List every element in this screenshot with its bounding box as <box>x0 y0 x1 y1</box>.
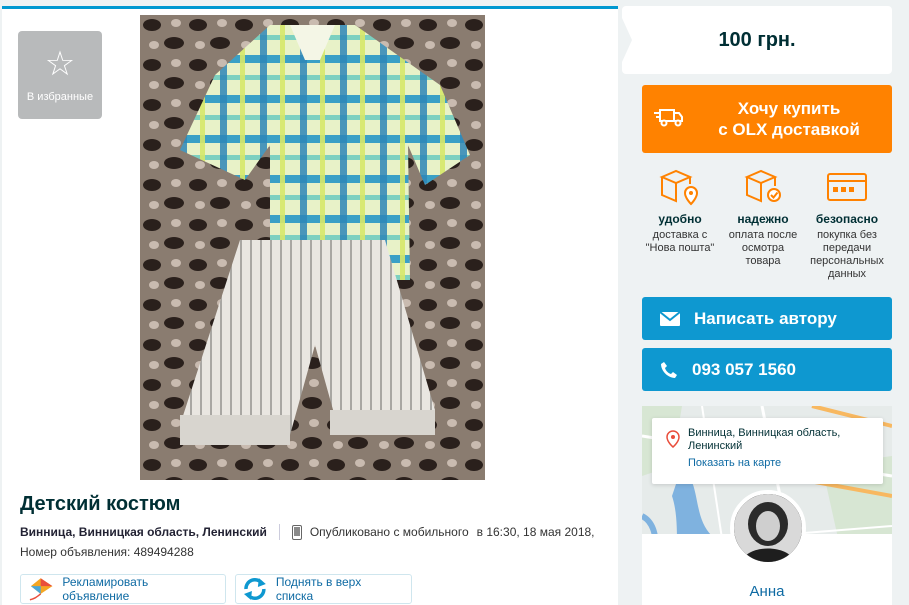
refresh-icon <box>243 577 266 601</box>
price-box: 100 грн. <box>622 6 892 74</box>
feature-reliable: надежно оплата после осмотра товара <box>723 168 803 268</box>
favorites-label: В избранные <box>26 91 94 103</box>
box-check-icon <box>744 169 781 203</box>
bump-label: Поднять в верх списка <box>275 575 362 603</box>
map-location-text: Винница, Винницкая область, Ленинский <box>688 427 841 452</box>
seller-name[interactable]: Анна <box>642 583 892 600</box>
kite-icon <box>29 578 53 601</box>
buy-label-line2: с OLX доставкой <box>718 120 860 139</box>
published-via: Опубликовано с мобильного <box>309 525 469 539</box>
listing-location: Винница, Винницкая область, Ленинский <box>20 525 267 539</box>
photo-image <box>140 15 485 480</box>
mobile-icon <box>291 524 302 540</box>
feature-desc: оплата после осмотра товара <box>728 229 798 267</box>
published-time: в 16:30, 18 мая 2018, <box>476 525 595 539</box>
avatar[interactable] <box>730 490 806 566</box>
truck-icon <box>654 109 683 127</box>
feature-title: удобно <box>658 212 702 226</box>
feature-desc: покупка без передачи персональных данных <box>810 229 884 280</box>
show-on-map-link[interactable]: Показать на карте <box>688 457 875 470</box>
favorites-button[interactable]: ☆ В избранные <box>18 31 102 119</box>
box-pin-icon <box>659 169 699 206</box>
phone-icon <box>661 361 677 378</box>
promote-label: Рекламировать объявление <box>62 575 149 603</box>
envelope-icon <box>660 311 680 326</box>
feature-secure: безопасно покупка без передачи персональ… <box>807 168 887 281</box>
bump-button[interactable]: Поднять в верх списка <box>235 574 412 604</box>
feature-desc: доставка с "Нова пошта" <box>645 229 715 254</box>
star-icon: ☆ <box>44 44 76 84</box>
price-value: 100 грн. <box>718 28 796 51</box>
map-pin-icon <box>666 430 680 448</box>
listing-photo[interactable] <box>140 15 485 480</box>
message-author-button[interactable]: Написать автору <box>642 297 892 340</box>
ad-number: Номер объявления: 489494288 <box>20 545 194 559</box>
card-icon <box>827 173 867 201</box>
buy-label: Хочу купить с OLX доставкой <box>694 98 884 140</box>
message-label: Написать автору <box>694 308 837 328</box>
feature-convenient: удобно доставка с "Нова пошта" <box>640 168 720 255</box>
promote-button[interactable]: Рекламировать объявление <box>20 574 226 604</box>
feature-title: надежно <box>737 212 789 226</box>
divider <box>278 524 280 540</box>
show-phone-button[interactable]: 093 057 1560 <box>642 348 892 391</box>
feature-title: безопасно <box>815 212 879 226</box>
listing-card: ☆ В избранные Детский костюм Винница, Ви… <box>2 6 618 605</box>
listing-title: Детский костюм <box>20 493 181 515</box>
location-popup: Винница, Винницкая область, Ленинский По… <box>652 418 883 484</box>
listing-meta: Винница, Винницкая область, Ленинский Оп… <box>20 524 595 540</box>
buy-label-line1: Хочу купить <box>737 99 841 118</box>
avatar-image <box>734 494 802 562</box>
buy-with-delivery-button[interactable]: Хочу купить с OLX доставкой <box>642 85 892 153</box>
phone-number: 093 057 1560 <box>692 359 796 379</box>
